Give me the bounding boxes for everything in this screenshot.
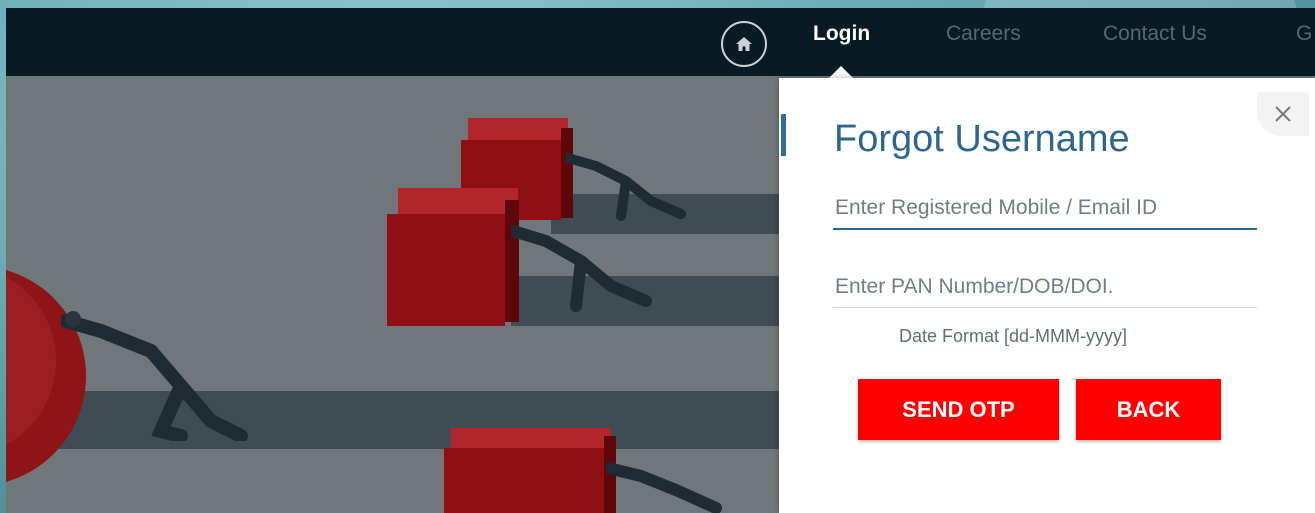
back-button[interactable]: BACK [1076, 379, 1221, 440]
nav-login[interactable]: Login [813, 22, 870, 46]
nav-contact-us[interactable]: Contact Us [1103, 22, 1207, 46]
modal-accent-bar [781, 114, 786, 156]
home-icon [736, 37, 752, 51]
red-cube [444, 448, 604, 513]
pushing-worker [511, 225, 652, 312]
red-cube [387, 214, 505, 326]
forgot-username-modal: Forgot Username Date Format [dd-MMM-yyyy… [779, 78, 1315, 513]
red-cube [398, 188, 518, 216]
pushing-worker [606, 462, 722, 513]
red-cube [451, 428, 611, 450]
close-icon [1275, 106, 1291, 122]
send-otp-button[interactable]: SEND OTP [858, 379, 1059, 440]
modal-title: Forgot Username [834, 118, 1130, 160]
nav-truncated-link[interactable]: G [1296, 22, 1312, 46]
home-button[interactable] [721, 21, 767, 67]
browser-viewport: Login Careers Contact Us G Forgot Userna… [6, 8, 1315, 513]
pushing-worker [566, 153, 686, 221]
mobile-email-input[interactable] [833, 188, 1257, 230]
close-button[interactable] [1257, 92, 1309, 136]
nav-careers[interactable]: Careers [946, 22, 1021, 46]
date-format-hint: Date Format [dd-MMM-yyyy] [899, 326, 1128, 346]
top-navbar: Login Careers Contact Us G [6, 8, 1315, 78]
pan-dob-input[interactable] [833, 266, 1257, 308]
pushing-worker [61, 311, 248, 441]
